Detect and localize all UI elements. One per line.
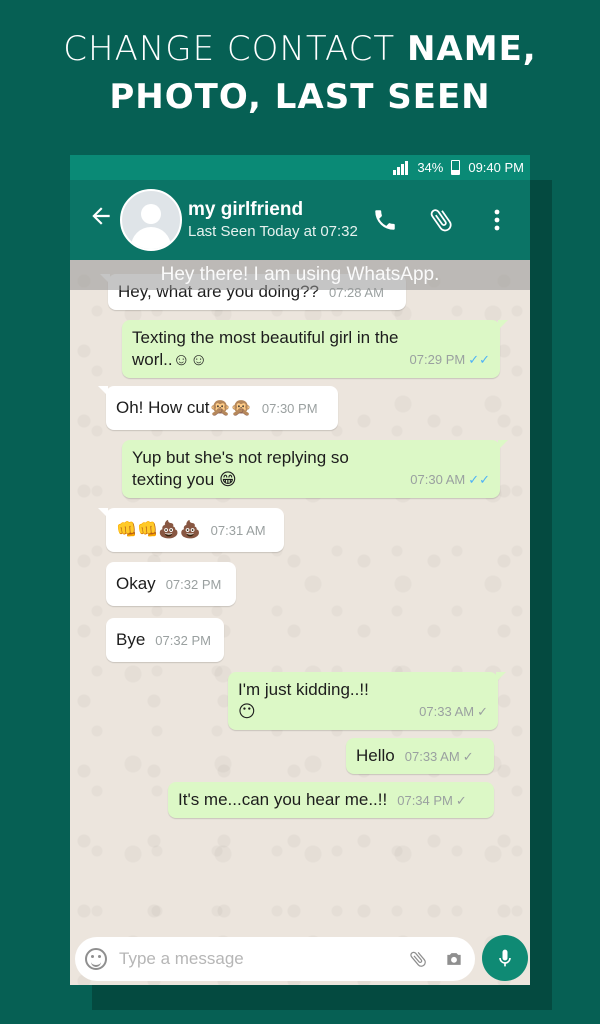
promo-heading: CHANGE CONTACT NAME, PHOTO, LAST SEEN — [0, 26, 600, 122]
status-time: 09:40 PM — [468, 160, 524, 175]
message-outgoing[interactable]: It's me...can you hear me..!! 07:34 PM ✓ — [168, 782, 494, 818]
message-text: 👊👊💩💩 — [116, 520, 201, 539]
message-text: Yup but she's not replying so texting yo… — [132, 448, 349, 489]
read-ticks-icon: ✓✓ — [468, 352, 490, 367]
last-seen-status: Last Seen Today at 07:32 — [188, 223, 358, 240]
message-incoming[interactable]: Bye 07:32 PM — [106, 618, 224, 662]
promo-line-2: PHOTO, LAST SEEN — [109, 77, 491, 117]
contact-name: my girlfriend — [188, 199, 304, 220]
message-time: 07:33 AM — [419, 704, 475, 719]
attach-icon[interactable] — [407, 948, 429, 970]
message-text: Texting the most beautiful girl in the w… — [132, 328, 399, 369]
battery-icon — [451, 160, 461, 175]
promo-line-1-thin: CHANGE CONTACT — [63, 29, 396, 69]
message-incoming[interactable]: Oh! How cut🙊🙊 07:30 PM — [98, 386, 338, 430]
message-text: Hello — [356, 746, 395, 765]
promo-line-1-bold: NAME, — [406, 29, 537, 69]
status-bar: 34% 09:40 PM — [70, 155, 530, 180]
message-text: Okay — [116, 574, 156, 593]
sent-tick-icon: ✓ — [462, 749, 474, 764]
promo-line-1: CHANGE CONTACT NAME, — [0, 26, 600, 72]
message-outgoing[interactable]: Yup but she's not replying so texting yo… — [122, 440, 508, 498]
mic-icon — [499, 949, 511, 967]
message-time: 07:33 AM — [404, 749, 460, 764]
message-text: Bye — [116, 630, 146, 649]
paperclip-icon[interactable] — [426, 205, 456, 235]
about-banner: Hey there! I am using WhatsApp. — [70, 260, 530, 290]
phone-screen: 34% 09:40 PM my girlfriend Last Seen Tod… — [70, 155, 530, 985]
message-time: 07:30 PM — [261, 401, 318, 416]
more-vert-icon[interactable] — [482, 205, 512, 235]
message-incoming[interactable]: Okay 07:32 PM — [106, 562, 236, 606]
message-text: It's me...can you hear me..!! — [178, 790, 388, 809]
sent-tick-icon: ✓ — [477, 704, 488, 719]
battery-percent: 34% — [417, 160, 444, 175]
mic-button[interactable] — [482, 935, 528, 981]
chat-header: my girlfriend Last Seen Today at 07:32 — [70, 180, 530, 260]
message-time: 07:32 PM — [155, 633, 211, 648]
chat-area[interactable]: Hey, what are you doing?? 07:28 AM Hey th… — [70, 260, 530, 985]
message-time: 07:29 PM — [409, 352, 466, 367]
read-ticks-icon: ✓✓ — [468, 472, 490, 487]
message-time: 07:31 AM — [210, 523, 266, 538]
message-incoming[interactable]: 👊👊💩💩 07:31 AM — [98, 508, 284, 552]
message-outgoing[interactable]: Hello 07:33 AM ✓ — [346, 738, 494, 774]
sent-tick-icon: ✓ — [455, 793, 467, 808]
message-text: Oh! How cut🙊🙊 — [116, 398, 252, 417]
camera-icon[interactable] — [443, 948, 465, 970]
message-time: 07:34 PM — [397, 793, 453, 808]
signal-icon — [393, 160, 409, 175]
message-time: 07:30 AM — [410, 472, 466, 487]
contact-info[interactable]: my girlfriend Last Seen Today at 07:32 — [188, 198, 358, 242]
emoji-icon[interactable] — [85, 948, 107, 970]
message-composer: Type a message — [75, 937, 475, 981]
contact-avatar[interactable] — [120, 189, 182, 251]
message-outgoing[interactable]: I'm just kidding..!! 😶 07:33 AM ✓ — [228, 672, 506, 730]
phone-icon[interactable] — [370, 205, 400, 235]
message-input[interactable]: Type a message — [119, 949, 393, 969]
header-actions — [370, 180, 512, 260]
message-time: 07:32 PM — [165, 577, 222, 592]
message-text: I'm just kidding..!! 😶 — [238, 680, 369, 721]
message-outgoing[interactable]: Texting the most beautiful girl in the w… — [122, 320, 508, 378]
